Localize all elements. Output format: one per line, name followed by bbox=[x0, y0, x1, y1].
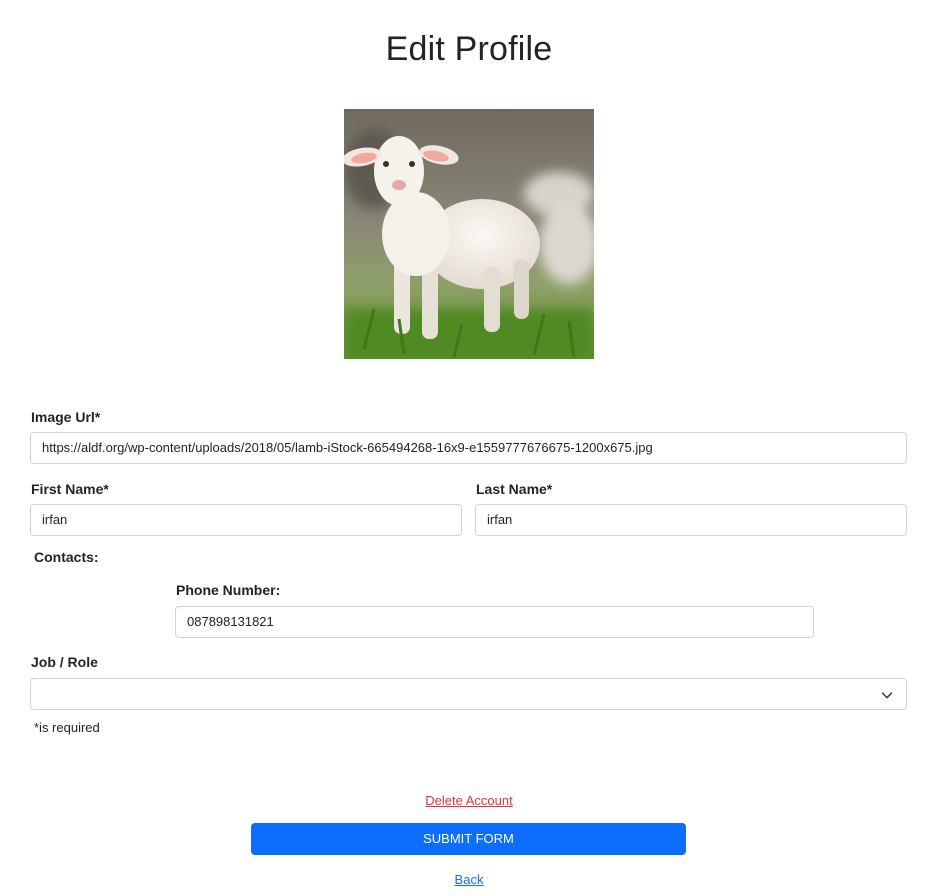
image-url-input[interactable]: https://aldf.org/wp-content/uploads/2018… bbox=[30, 432, 907, 464]
back-link[interactable]: Back bbox=[0, 872, 938, 887]
phone-number-label: Phone Number: bbox=[176, 582, 281, 598]
last-name-input[interactable]: irfan bbox=[475, 504, 907, 536]
submit-form-button[interactable]: SUBMIT FORM bbox=[251, 823, 686, 855]
first-name-input[interactable]: irfan bbox=[30, 504, 462, 536]
phone-number-input[interactable]: 087898131821 bbox=[175, 606, 814, 638]
page-title: Edit Profile bbox=[385, 30, 553, 68]
last-name-label: Last Name* bbox=[476, 481, 553, 497]
delete-account-link[interactable]: Delete Account bbox=[0, 793, 938, 808]
job-role-select[interactable] bbox=[30, 678, 907, 710]
required-note: *is required bbox=[34, 720, 100, 735]
profile-photo bbox=[344, 109, 594, 359]
chevron-down-icon bbox=[881, 692, 893, 699]
first-name-label: First Name* bbox=[31, 481, 109, 497]
contacts-label: Contacts: bbox=[34, 549, 99, 565]
job-role-label: Job / Role bbox=[31, 654, 98, 670]
image-url-label: Image Url* bbox=[31, 409, 101, 425]
